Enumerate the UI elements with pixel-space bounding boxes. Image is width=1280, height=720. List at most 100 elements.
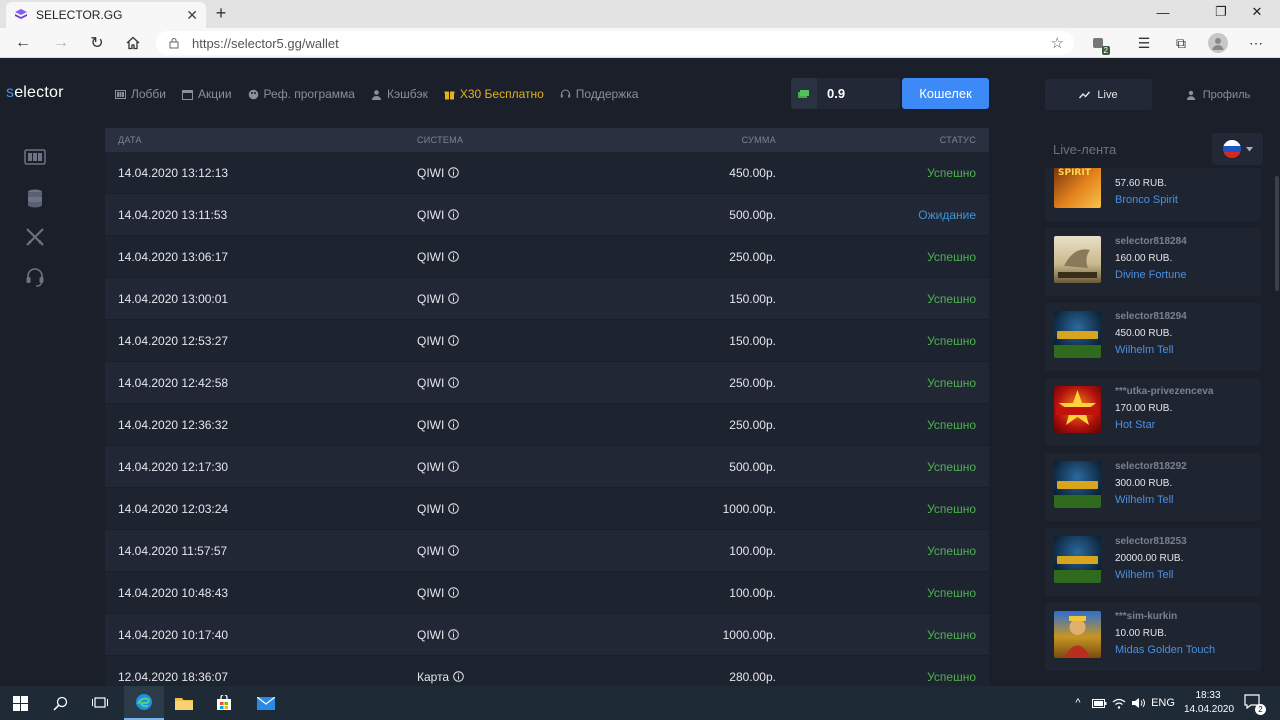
- back-icon[interactable]: ←: [12, 32, 34, 54]
- feed-item[interactable]: ***sim-kurkin 10.00 RUB. Midas Golden To…: [1045, 603, 1261, 671]
- headset-icon[interactable]: [24, 266, 46, 288]
- feed-game-link[interactable]: Bronco Spirit: [1115, 194, 1178, 206]
- forward-icon[interactable]: →: [50, 32, 72, 54]
- feed-item[interactable]: ***utka-privezenceva 170.00 RUB. Hot Sta…: [1045, 378, 1261, 446]
- cell-amount: 100.00р.: [729, 585, 776, 600]
- task-view-icon[interactable]: [80, 686, 120, 720]
- minimize-icon[interactable]: —: [1140, 0, 1186, 24]
- system-label: QIWI: [417, 501, 445, 516]
- cell-system: Карта: [417, 670, 617, 684]
- info-icon[interactable]: [448, 545, 460, 556]
- nav-cashback[interactable]: Кэшбэк: [371, 87, 428, 101]
- cell-amount: 280.00р.: [729, 669, 776, 684]
- system-label: QIWI: [417, 417, 445, 432]
- browser-tab-bar: SELECTOR.GG ✕ + — ❐ ✕: [0, 0, 1280, 28]
- info-icon[interactable]: [448, 419, 460, 430]
- feed-item[interactable]: selector818284 160.00 RUB. Divine Fortun…: [1045, 228, 1261, 296]
- feed-item[interactable]: selector818292 300.00 RUB. Wilhelm Tell: [1045, 453, 1261, 521]
- feed-item[interactable]: SPIRIT 57.60 RUB. Bronco Spirit: [1045, 168, 1261, 221]
- cell-date: 14.04.2020 12:42:58: [118, 375, 229, 390]
- battery-icon[interactable]: [1090, 686, 1108, 720]
- table-row: 14.04.2020 12:42:58 QIWI 250.00р. Успешно: [105, 362, 989, 404]
- game-thumbnail: SPIRIT: [1054, 168, 1101, 208]
- game-thumbnail: [1054, 536, 1101, 583]
- action-center-icon[interactable]: 2: [1244, 694, 1266, 715]
- feed-game-link[interactable]: Wilhelm Tell: [1115, 344, 1173, 356]
- info-icon[interactable]: [453, 671, 464, 682]
- cell-date: 14.04.2020 12:36:32: [118, 417, 229, 432]
- language-selector[interactable]: [1212, 133, 1263, 165]
- close-window-icon[interactable]: ✕: [1234, 0, 1280, 24]
- volume-icon[interactable]: [1130, 686, 1148, 720]
- swords-icon[interactable]: [24, 226, 46, 248]
- system-label: QIWI: [417, 207, 445, 222]
- file-explorer-icon[interactable]: [164, 686, 204, 720]
- info-icon[interactable]: [448, 209, 460, 220]
- cell-system: QIWI: [417, 628, 617, 642]
- nav-promotions[interactable]: Акции: [182, 87, 232, 101]
- slots-icon[interactable]: [24, 146, 46, 168]
- system-clock[interactable]: 18:33 14.04.2020: [1184, 689, 1234, 717]
- nav-referral[interactable]: Реф. программа: [248, 87, 355, 101]
- coins-icon[interactable]: [24, 186, 46, 208]
- status-label: Успешно: [927, 585, 976, 600]
- windows-taskbar: ^ ENG 18:33 14.04.2020 2: [0, 686, 1280, 720]
- address-bar[interactable]: https://selector5.gg/wallet ☆: [156, 31, 1074, 55]
- feed-game-link[interactable]: Hot Star: [1115, 419, 1155, 431]
- profile-avatar[interactable]: [1208, 33, 1228, 53]
- feed-scrollbar-thumb[interactable]: [1275, 176, 1279, 291]
- more-options-icon[interactable]: ⋯: [1246, 33, 1266, 53]
- site-logo[interactable]: selector: [6, 84, 64, 102]
- input-language-indicator[interactable]: ENG: [1150, 686, 1176, 720]
- nav-free-promo[interactable]: X30 Бесплатно: [444, 87, 544, 101]
- mail-icon[interactable]: [246, 686, 286, 720]
- live-feed: SPIRIT 57.60 RUB. Bronco Spirit selector…: [1045, 168, 1261, 686]
- collections-icon[interactable]: ⧉: [1171, 33, 1191, 53]
- new-tab-icon[interactable]: +: [212, 3, 230, 24]
- status-label: Ожидание: [918, 207, 976, 222]
- info-icon[interactable]: [448, 335, 460, 346]
- wifi-icon[interactable]: [1110, 686, 1128, 720]
- refresh-icon[interactable]: ↻: [86, 32, 108, 54]
- nav-support[interactable]: Поддержка: [560, 87, 638, 101]
- search-icon[interactable]: [40, 686, 80, 720]
- windows-start-icon[interactable]: [0, 686, 40, 720]
- tab-profile[interactable]: Профиль: [1168, 79, 1268, 110]
- info-icon[interactable]: [448, 377, 460, 388]
- tab-live[interactable]: Live: [1045, 79, 1152, 110]
- status-label: Успешно: [927, 375, 976, 390]
- balance-value: 0.9: [827, 86, 846, 101]
- game-thumbnail: [1054, 236, 1101, 283]
- feed-item[interactable]: selector818294 450.00 RUB. Wilhelm Tell: [1045, 303, 1261, 371]
- favorites-icon[interactable]: ☰: [1134, 33, 1154, 53]
- info-icon[interactable]: [448, 167, 460, 178]
- feed-game-link[interactable]: Wilhelm Tell: [1115, 569, 1173, 581]
- cell-date: 14.04.2020 10:17:40: [118, 627, 229, 642]
- edge-browser-icon[interactable]: [124, 686, 164, 720]
- cell-system: QIWI: [417, 166, 617, 180]
- show-hidden-icons-icon[interactable]: ^: [1068, 686, 1088, 720]
- cell-system: QIWI: [417, 250, 617, 264]
- feed-amount: 10.00 RUB.: [1115, 628, 1167, 639]
- wallet-button[interactable]: Кошелек: [902, 78, 989, 109]
- info-icon[interactable]: [448, 629, 460, 640]
- info-icon[interactable]: [448, 461, 460, 472]
- store-icon[interactable]: [204, 686, 244, 720]
- feed-game-link[interactable]: Divine Fortune: [1115, 269, 1187, 281]
- feed-item[interactable]: selector818253 20000.00 RUB. Wilhelm Tel…: [1045, 528, 1261, 596]
- info-icon[interactable]: [448, 251, 460, 262]
- feed-game-link[interactable]: Midas Golden Touch: [1115, 644, 1215, 656]
- gift-icon: [444, 91, 455, 99]
- svg-text:SPIRIT: SPIRIT: [1058, 168, 1092, 178]
- nav-lobby[interactable]: Лобби: [115, 87, 166, 101]
- browser-tab[interactable]: SELECTOR.GG ✕: [6, 2, 206, 28]
- feed-game-link[interactable]: Wilhelm Tell: [1115, 494, 1173, 506]
- close-tab-icon[interactable]: ✕: [186, 7, 198, 24]
- info-icon[interactable]: [448, 293, 460, 304]
- home-icon[interactable]: [122, 32, 144, 54]
- info-icon[interactable]: [448, 503, 460, 514]
- extension-icon[interactable]: 2: [1088, 33, 1110, 55]
- status-label: Успешно: [927, 459, 976, 474]
- favorite-star-icon[interactable]: ☆: [1051, 34, 1064, 52]
- info-icon[interactable]: [448, 587, 460, 598]
